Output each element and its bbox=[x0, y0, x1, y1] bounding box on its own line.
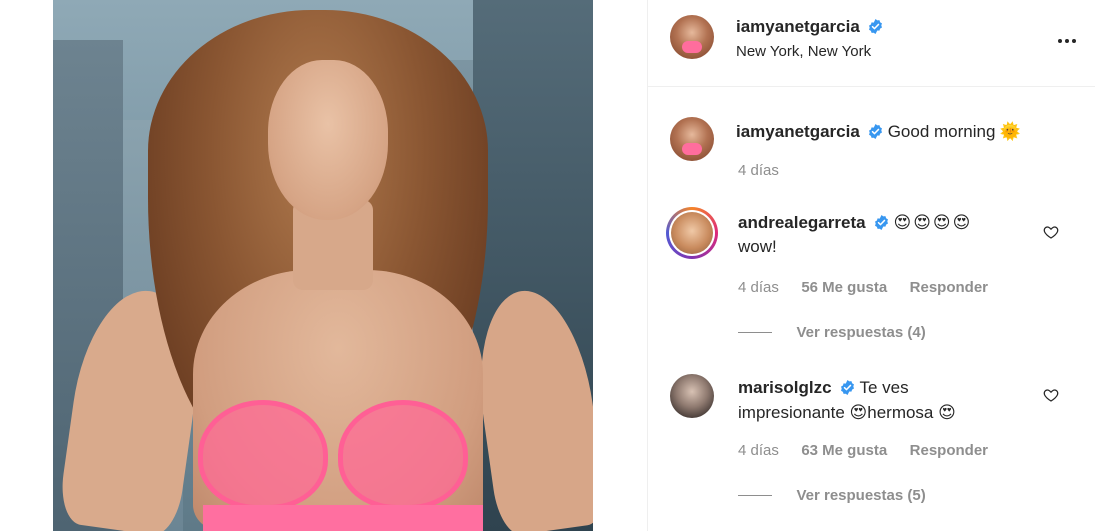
comment-2: marisolglzc Te ves impresionante 😍hermos… bbox=[738, 376, 1038, 425]
photo-face bbox=[268, 60, 388, 220]
verified-badge-icon bbox=[869, 19, 883, 34]
reply-button[interactable]: Responder bbox=[910, 442, 988, 459]
view-replies-button[interactable]: Ver respuestas (5) bbox=[738, 487, 926, 505]
heart-eyes-emoji-icon: 😍 bbox=[938, 403, 956, 423]
comment-1-meta: 4 días 56 Me gusta Responder bbox=[738, 279, 988, 297]
caption-username[interactable]: iamyanetgarcia bbox=[736, 122, 860, 141]
like-heart-icon[interactable] bbox=[1043, 224, 1059, 240]
post-header: iamyanetgarcia New York, New York bbox=[648, 0, 1095, 87]
comment-likes[interactable]: 56 Me gusta bbox=[801, 279, 887, 296]
heart-eyes-emoji-icon: 😍 bbox=[849, 403, 868, 423]
verified-badge-icon bbox=[875, 215, 888, 230]
comment-2-meta: 4 días 63 Me gusta Responder bbox=[738, 442, 988, 460]
like-heart-icon[interactable] bbox=[1043, 387, 1059, 403]
comment-1: andrealegarreta 😍😍😍😍 wow! bbox=[738, 213, 1038, 258]
replies-divider bbox=[738, 495, 772, 497]
dot-icon bbox=[1065, 39, 1069, 43]
post-location[interactable]: New York, New York bbox=[736, 43, 883, 60]
photo-garment-band bbox=[203, 505, 483, 531]
author-username[interactable]: iamyanetgarcia bbox=[736, 17, 860, 36]
sun-emoji-icon: 🌞 bbox=[999, 122, 1022, 142]
story-ring[interactable] bbox=[666, 207, 718, 259]
post-image[interactable] bbox=[53, 0, 593, 531]
dot-icon bbox=[1072, 39, 1076, 43]
story-ring-inner bbox=[669, 210, 715, 256]
left-gutter bbox=[0, 0, 53, 531]
reply-button[interactable]: Responder bbox=[910, 279, 988, 296]
replies-divider bbox=[738, 332, 772, 334]
post-side-panel: iamyanetgarcia New York, New York iamyan… bbox=[647, 0, 1095, 531]
comment-likes[interactable]: 63 Me gusta bbox=[801, 442, 887, 459]
caption: iamyanetgarcia Good morning 🌞 bbox=[736, 120, 1066, 143]
view-replies-label: Ver respuestas (5) bbox=[796, 487, 926, 504]
comment-text: Te ves bbox=[859, 378, 909, 397]
view-replies-button[interactable]: Ver respuestas (4) bbox=[738, 324, 926, 342]
verified-badge-icon bbox=[869, 124, 883, 139]
comment-text: hermosa bbox=[867, 403, 934, 422]
view-replies-label: Ver respuestas (4) bbox=[796, 324, 926, 341]
comment-time[interactable]: 4 días bbox=[738, 279, 779, 296]
comment-time[interactable]: 4 días bbox=[738, 442, 779, 459]
commenter-avatar[interactable] bbox=[671, 212, 713, 254]
comment-text: wow! bbox=[738, 237, 777, 256]
caption-avatar[interactable] bbox=[670, 117, 714, 161]
author-avatar[interactable] bbox=[670, 15, 714, 59]
caption-time[interactable]: 4 días bbox=[738, 162, 779, 179]
heart-eyes-emoji-icon: 😍😍😍😍 bbox=[893, 213, 973, 233]
comment-username[interactable]: marisolglzc bbox=[738, 378, 832, 397]
more-options-button[interactable] bbox=[1056, 30, 1078, 52]
photo-garment bbox=[338, 400, 468, 510]
verified-badge-icon bbox=[841, 380, 854, 395]
commenter-avatar[interactable] bbox=[670, 374, 714, 418]
dot-icon bbox=[1058, 39, 1062, 43]
caption-text: Good morning bbox=[887, 122, 996, 141]
comment-username[interactable]: andrealegarreta bbox=[738, 213, 866, 232]
comment-text: impresionante bbox=[738, 403, 845, 422]
comment-text-line-2: impresionante 😍hermosa 😍 bbox=[738, 401, 1038, 425]
photo-garment bbox=[198, 400, 328, 510]
author-info: iamyanetgarcia New York, New York bbox=[736, 17, 883, 60]
